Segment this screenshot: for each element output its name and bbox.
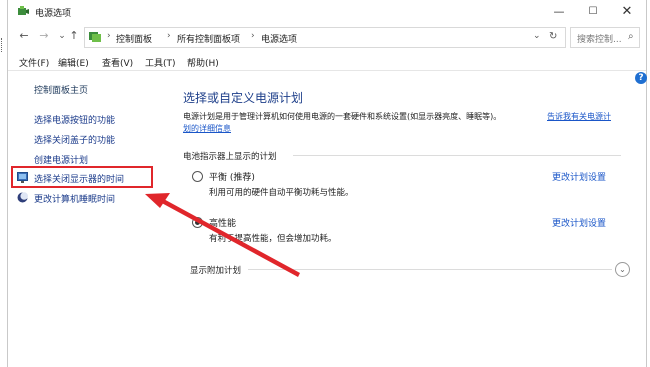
arrow-shaft (158, 197, 300, 277)
annotation-arrow (145, 193, 300, 277)
